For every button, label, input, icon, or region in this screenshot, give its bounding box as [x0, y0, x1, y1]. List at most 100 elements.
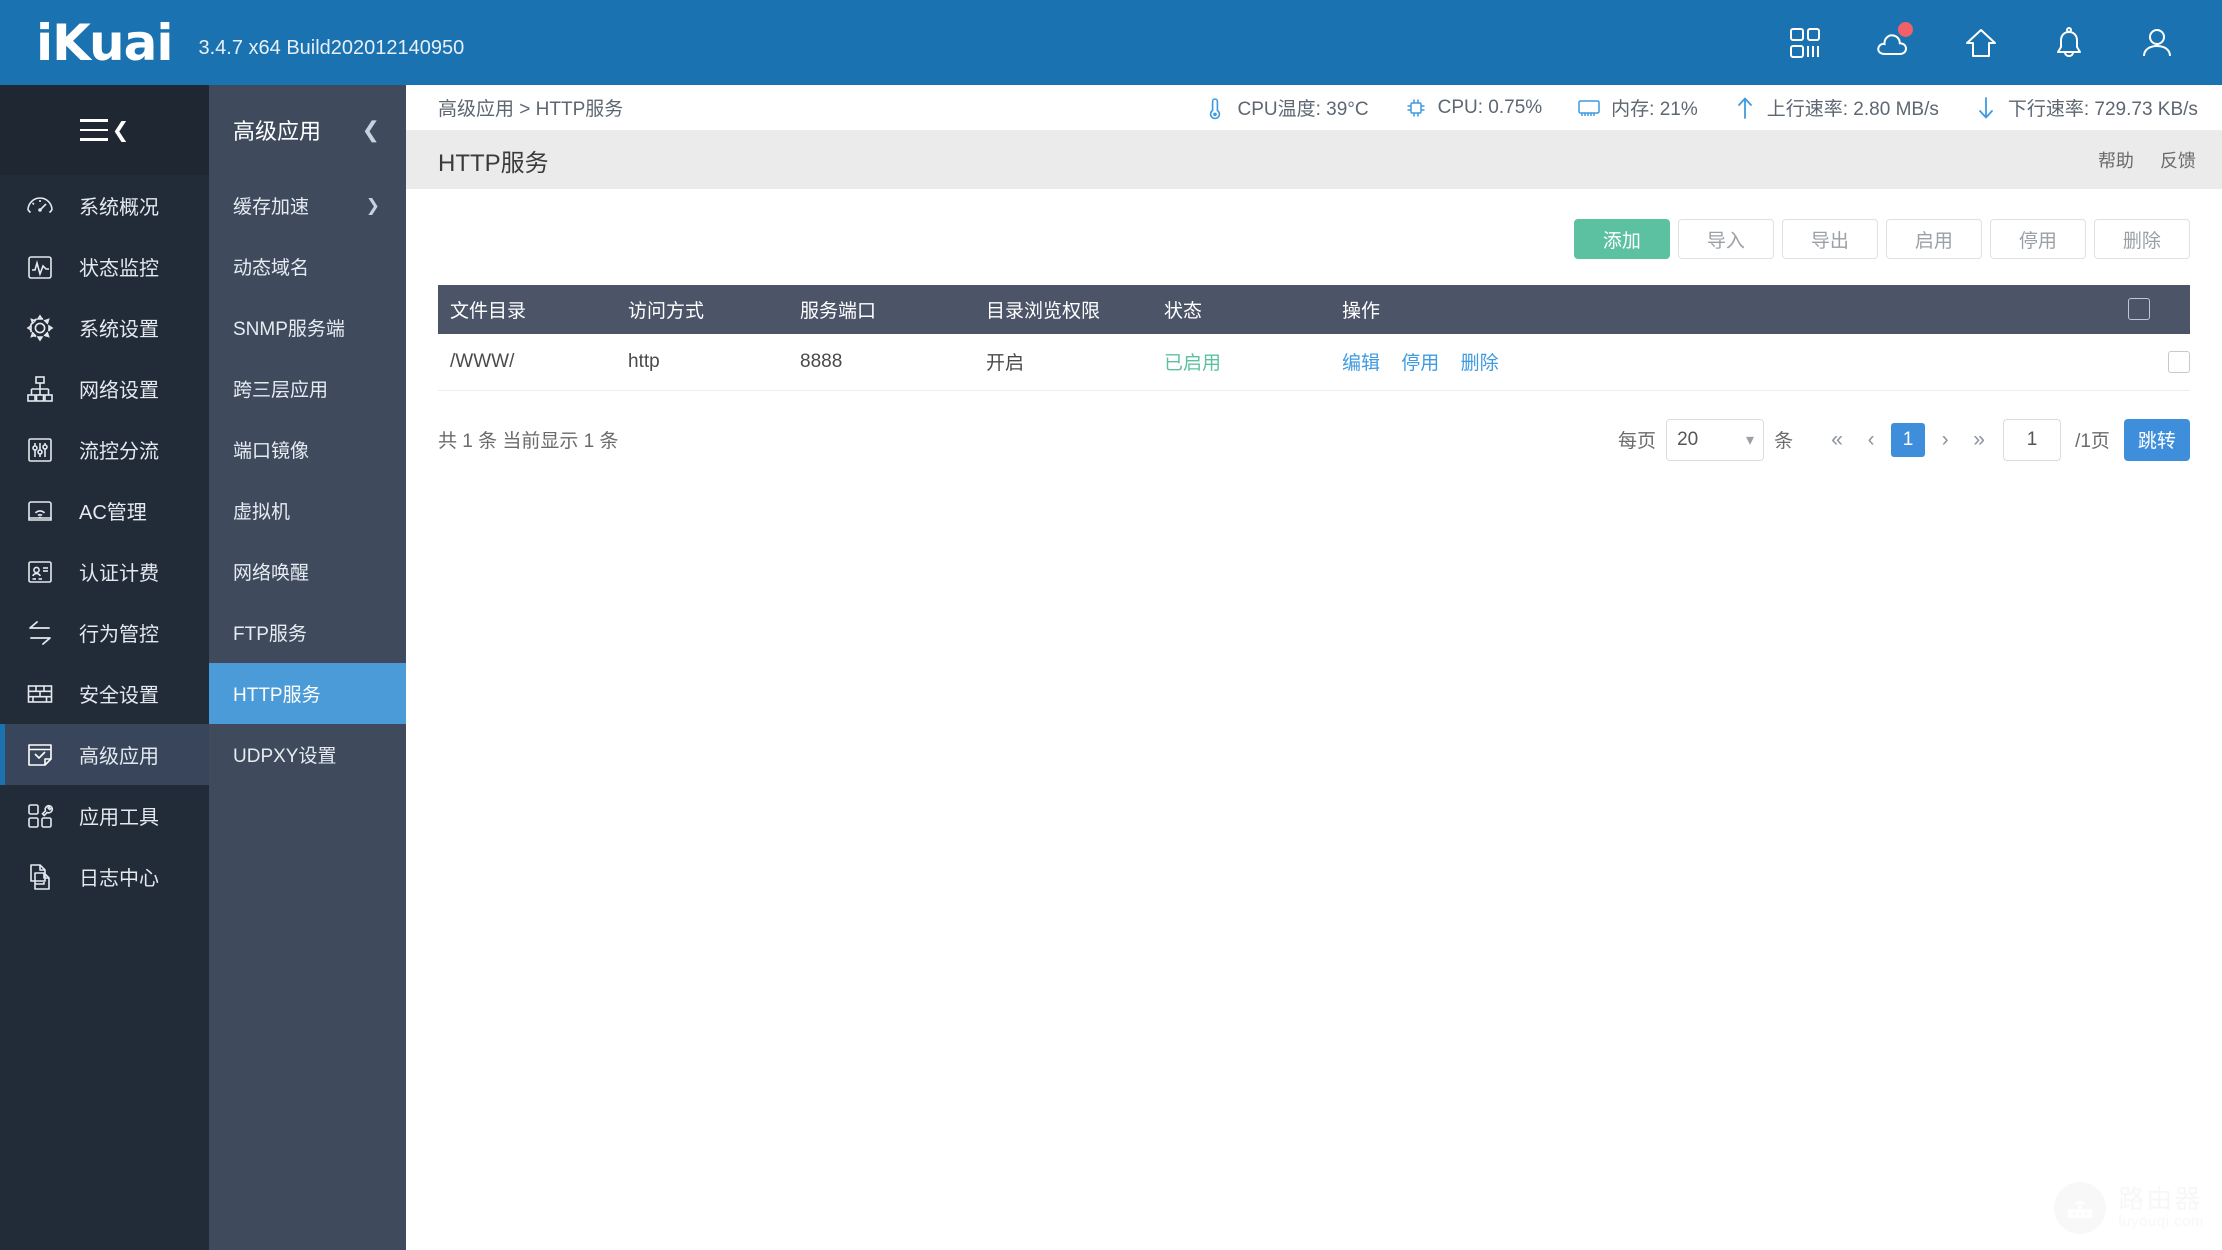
- sidebar-item-app-tools[interactable]: 应用工具: [0, 785, 209, 846]
- sidebar-item-ac-management[interactable]: AC管理: [0, 480, 209, 541]
- row-edit-link[interactable]: 编辑: [1342, 353, 1380, 374]
- submenu-item-ddns[interactable]: 动态域名: [209, 236, 406, 297]
- stat-download-rate: 下行速率: 729.73 KB/s: [1973, 94, 2198, 121]
- help-link[interactable]: 帮助: [2098, 147, 2134, 173]
- sidebar-item-behavior-control[interactable]: 行为管控: [0, 602, 209, 663]
- cell-row-select: [2117, 334, 2190, 391]
- sidebar-item-traffic-control[interactable]: 流控分流: [0, 419, 209, 480]
- user-icon[interactable]: [2136, 22, 2178, 64]
- per-page-unit: 条: [1774, 431, 1794, 452]
- sidebar-item-log-center[interactable]: 日志中心: [0, 846, 209, 907]
- page-nav: « ‹ 1 › »: [1823, 422, 1993, 457]
- submenu-item-cross-layer3[interactable]: 跨三层应用: [209, 358, 406, 419]
- sidebar-item-label: 行为管控: [79, 624, 159, 646]
- column-header-state[interactable]: 状态: [1154, 285, 1332, 334]
- stat-cpu-temperature: CPU温度: 39°C: [1202, 94, 1369, 121]
- cell-port: 8888: [790, 334, 976, 391]
- total-pages-label: /1页: [2075, 431, 2110, 452]
- brand-logo: iKuai: [36, 13, 173, 72]
- column-header-operations[interactable]: 操作: [1332, 285, 2118, 334]
- stat-text: CPU: 0.75%: [1437, 96, 1543, 118]
- row-disable-link[interactable]: 停用: [1401, 353, 1439, 374]
- cloud-notification-badge: [1898, 21, 1913, 37]
- site-watermark: 路由器 luyouqi.com: [2054, 1182, 2204, 1234]
- export-button[interactable]: 导出: [1781, 219, 1878, 259]
- submenu-item-http-service[interactable]: HTTP服务: [209, 663, 406, 724]
- submenu-item-ftp-service[interactable]: FTP服务: [209, 602, 406, 663]
- chevron-down-icon: ❯: [365, 195, 380, 215]
- sidebar-item-advanced-apps[interactable]: 高级应用: [0, 724, 209, 785]
- stat-text: 上行速率: 2.80 MB/s: [1766, 99, 1939, 120]
- watermark-text: 路由器 luyouqi.com: [2118, 1186, 2204, 1229]
- top-bar: iKuai 3.4.7 x64 Build202012140950: [0, 0, 2222, 85]
- last-page-button[interactable]: »: [1965, 423, 1993, 457]
- bell-icon[interactable]: [2048, 22, 2090, 64]
- gear-icon: [23, 311, 57, 345]
- sidebar-item-label: 高级应用: [79, 746, 159, 768]
- sidebar-item-network-settings[interactable]: 网络设置: [0, 358, 209, 419]
- cell-state: 已启用: [1154, 334, 1332, 391]
- column-header-browse-perm[interactable]: 目录浏览权限: [976, 285, 1154, 334]
- select-all-checkbox[interactable]: [2127, 298, 2150, 321]
- topbar-icon-group: [1784, 21, 2178, 64]
- import-button[interactable]: 导入: [1677, 219, 1774, 259]
- row-checkbox[interactable]: [2167, 350, 2190, 373]
- submenu-item-udpxy-settings[interactable]: UDPXY设置: [209, 724, 406, 785]
- submenu-item-label: 网络唤醒: [233, 563, 310, 584]
- page-number-1[interactable]: 1: [1891, 422, 1926, 457]
- submenu-item-cache-accel[interactable]: 缓存加速 ❯: [209, 175, 406, 236]
- prev-page-button[interactable]: ‹: [1857, 423, 1885, 457]
- cpu-chip-icon: [1403, 95, 1429, 121]
- sidebar-item-system-overview[interactable]: 系统概况: [0, 175, 209, 236]
- jump-page-input[interactable]: [2003, 418, 2062, 461]
- column-header-protocol[interactable]: 访问方式: [618, 285, 790, 334]
- sidebar-item-security-settings[interactable]: 安全设置: [0, 663, 209, 724]
- submenu-item-snmp[interactable]: SNMP服务端: [209, 297, 406, 358]
- submenu-header[interactable]: 高级应用 ❮: [209, 85, 406, 175]
- sidebar-item-auth-billing[interactable]: 认证计费: [0, 541, 209, 602]
- secondary-menu: 高级应用 ❮ 缓存加速 ❯ 动态域名 SNMP服务端 跨三层应用 端口镜像 虚拟…: [209, 85, 406, 1250]
- memory-icon: [1576, 95, 1602, 121]
- cell-operations: 编辑 停用 删除: [1332, 334, 2118, 391]
- submenu-item-label: FTP服务: [233, 624, 307, 645]
- tools-grid-icon: [23, 799, 57, 833]
- submenu-item-port-mirror[interactable]: 端口镜像: [209, 419, 406, 480]
- first-page-button[interactable]: «: [1823, 423, 1851, 457]
- per-page-select[interactable]: 20 50 100: [1666, 418, 1765, 461]
- chevron-left-icon[interactable]: ❮: [362, 117, 380, 143]
- disable-button[interactable]: 停用: [1989, 219, 2086, 259]
- thermometer-icon: [1202, 95, 1228, 121]
- sidebar-item-label: 系统设置: [79, 319, 159, 341]
- column-header-port[interactable]: 服务端口: [790, 285, 976, 334]
- page-title: HTTP服务: [438, 149, 549, 177]
- body-row: ❮ 系统概况 状态监控 系统设置 网络设置 流控分流 AC管理 认证计费 行为管…: [0, 85, 2222, 1250]
- column-header-directory[interactable]: 文件目录: [438, 285, 618, 334]
- table-body: /WWW/ http 8888 开启 已启用 编辑 停用 删除: [438, 334, 2190, 391]
- feedback-link[interactable]: 反馈: [2160, 147, 2196, 173]
- submenu-item-wake-on-lan[interactable]: 网络唤醒: [209, 541, 406, 602]
- submenu-item-label: SNMP服务端: [233, 319, 345, 340]
- jump-button[interactable]: 跳转: [2123, 418, 2190, 461]
- table-row: /WWW/ http 8888 开启 已启用 编辑 停用 删除: [438, 334, 2190, 391]
- sidebar-item-label: 应用工具: [79, 807, 159, 829]
- sidebar-item-system-settings[interactable]: 系统设置: [0, 297, 209, 358]
- per-page-label: 每页: [1618, 431, 1657, 452]
- delete-button[interactable]: 删除: [2093, 219, 2190, 259]
- watermark-en: luyouqi.com: [2118, 1212, 2204, 1230]
- sidebar-collapse-button[interactable]: ❮: [0, 85, 209, 175]
- primary-sidebar: ❮ 系统概况 状态监控 系统设置 网络设置 流控分流 AC管理 认证计费 行为管…: [0, 85, 209, 1250]
- enable-button[interactable]: 启用: [1885, 219, 1982, 259]
- sidebar-item-status-monitor[interactable]: 状态监控: [0, 236, 209, 297]
- cloud-icon[interactable]: [1872, 21, 1914, 64]
- add-button[interactable]: 添加: [1573, 219, 1670, 259]
- sidebar-item-label: 安全设置: [79, 685, 159, 707]
- home-icon[interactable]: [1960, 22, 2002, 64]
- next-page-button[interactable]: ›: [1931, 423, 1959, 457]
- submenu-item-virtual-machine[interactable]: 虚拟机: [209, 480, 406, 541]
- apps-grid-icon[interactable]: [1784, 22, 1826, 64]
- network-tree-icon: [23, 372, 57, 406]
- sidebar-item-label: 网络设置: [79, 380, 159, 402]
- cell-browse-permission: 开启: [976, 334, 1154, 391]
- submenu-item-label: 虚拟机: [233, 502, 291, 523]
- row-delete-link[interactable]: 删除: [1461, 353, 1499, 374]
